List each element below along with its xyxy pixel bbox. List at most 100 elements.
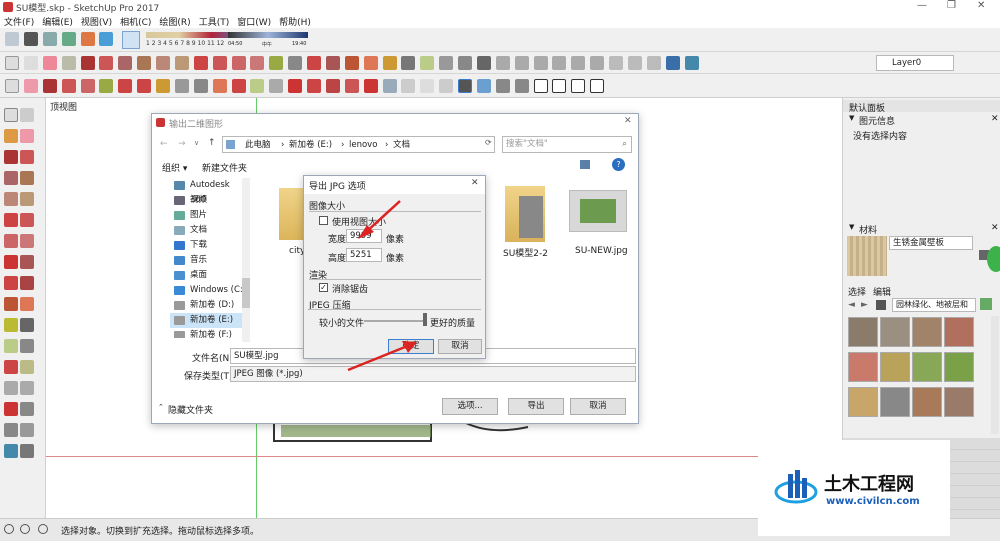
lt-circle-icon[interactable] — [4, 192, 18, 206]
style-hidden-icon[interactable] — [439, 79, 454, 93]
maximize-button[interactable]: ❐ — [947, 0, 956, 11]
orbit-icon[interactable] — [495, 56, 510, 70]
sandbox5-icon[interactable] — [363, 79, 378, 93]
credit-icon[interactable] — [20, 524, 30, 534]
warehouse-icon[interactable] — [99, 32, 114, 46]
eraser-icon[interactable] — [42, 56, 57, 70]
view-iso-icon[interactable] — [495, 79, 510, 93]
text2-icon[interactable] — [193, 79, 208, 93]
lt-zoom-icon[interactable] — [4, 381, 18, 395]
shadow-toggle-icon[interactable] — [122, 31, 140, 49]
style-shaded-icon[interactable] — [458, 79, 472, 93]
mail-icon[interactable] — [23, 32, 38, 46]
orbit2-icon[interactable] — [231, 79, 246, 93]
lt-dimension-icon[interactable] — [20, 318, 34, 332]
scale-icon[interactable] — [344, 56, 359, 70]
lt-rect-icon[interactable] — [4, 171, 18, 185]
lt-rotrect-icon[interactable] — [20, 171, 34, 185]
tape2-icon[interactable] — [174, 79, 189, 93]
style-xray-icon[interactable] — [382, 79, 397, 93]
nav-downloads[interactable]: 下载 — [170, 238, 248, 253]
lt-pan-icon[interactable] — [20, 360, 34, 374]
export-button[interactable]: 导出 — [508, 398, 564, 415]
lt-followme-icon[interactable] — [20, 276, 34, 290]
material-scrollbar[interactable] — [991, 316, 999, 434]
update-badge[interactable] — [987, 246, 1000, 272]
nav-desktop[interactable]: 桌面 — [170, 268, 248, 283]
pushpull-icon[interactable] — [269, 56, 284, 70]
style-wireframe-icon[interactable] — [420, 79, 435, 93]
zoom-extents-icon[interactable] — [571, 56, 586, 70]
lt-pushpull-icon[interactable] — [20, 255, 34, 269]
rotate-icon[interactable] — [307, 56, 321, 70]
walk-icon[interactable] — [609, 56, 623, 70]
arc4-icon[interactable] — [61, 79, 76, 93]
shapes-icon[interactable] — [80, 79, 95, 93]
lt-orbit-icon[interactable] — [4, 360, 18, 374]
menu-draw[interactable]: 绘图(R) — [159, 15, 190, 28]
cancel-export-button[interactable]: 取消 — [570, 398, 626, 415]
recent-dropdown-icon[interactable]: ∨ — [194, 139, 199, 147]
scale2-icon[interactable] — [156, 79, 170, 93]
menu-edit[interactable]: 编辑(E) — [42, 15, 73, 28]
style-textured-icon[interactable] — [476, 79, 491, 93]
move2-icon[interactable] — [118, 79, 133, 93]
followme-icon[interactable] — [325, 56, 340, 70]
lt-look-icon[interactable] — [20, 423, 34, 437]
pie-icon[interactable] — [250, 56, 265, 70]
material-swatch[interactable] — [944, 352, 974, 382]
nav-drive-e[interactable]: 新加卷 (E:) — [170, 313, 248, 328]
create-material-icon[interactable] — [980, 298, 992, 310]
view-top-icon[interactable] — [514, 79, 529, 93]
lt-freehand-icon[interactable] — [20, 150, 34, 164]
3dtext-icon[interactable] — [476, 56, 491, 70]
nav-autodesk[interactable]: Autodesk 360 — [170, 178, 248, 205]
geo-icon[interactable] — [4, 524, 14, 534]
select-tool-icon[interactable] — [5, 56, 19, 70]
menu-view[interactable]: 视图(V) — [81, 15, 112, 28]
lt-tape-icon[interactable] — [4, 318, 18, 332]
lt-eraser-icon[interactable] — [20, 129, 34, 143]
lt-scale-icon[interactable] — [4, 297, 18, 311]
lt-arc2-icon[interactable] — [20, 213, 34, 227]
collapse-icon[interactable]: ▼ — [849, 114, 854, 122]
previous-view-icon[interactable] — [590, 56, 605, 70]
material-name-field[interactable]: 生锈金属壁板 — [889, 236, 973, 250]
lt-arc-icon[interactable] — [4, 213, 18, 227]
extension-icon[interactable] — [80, 32, 95, 46]
lt-zoomext-icon[interactable] — [4, 402, 18, 416]
zoom-icon[interactable] — [533, 56, 548, 70]
tape-measure-icon[interactable] — [382, 56, 397, 70]
look-around-icon[interactable] — [627, 56, 642, 70]
material-swatch[interactable] — [848, 317, 878, 347]
lt-section-icon[interactable] — [4, 444, 18, 458]
menu-camera[interactable]: 相机(C) — [120, 15, 151, 28]
view-right-icon[interactable] — [552, 79, 567, 93]
lt-select-icon[interactable] — [4, 108, 18, 122]
circle-icon[interactable] — [156, 56, 170, 70]
nav-music[interactable]: 音乐 — [170, 253, 248, 268]
forward-icon[interactable]: ► — [861, 300, 868, 310]
home-icon[interactable] — [876, 300, 886, 310]
lt-zoomwin-icon[interactable] — [20, 381, 34, 395]
crumb-docs[interactable]: 文档 — [393, 138, 410, 152]
eraser2-icon[interactable] — [23, 79, 38, 93]
nav-drive-d[interactable]: 新加卷 (D:) — [170, 298, 248, 313]
zoom-window-icon[interactable] — [552, 56, 567, 70]
close-button[interactable]: ✕ — [977, 0, 985, 11]
lt-polygon-icon[interactable] — [20, 192, 34, 206]
new-folder-button[interactable]: 新建文件夹 — [202, 161, 247, 174]
help-status-icon[interactable] — [38, 524, 48, 534]
nav-scrollbar[interactable] — [242, 178, 250, 342]
jpg-dialog-close[interactable]: ✕ — [471, 178, 479, 188]
material-swatch[interactable] — [944, 317, 974, 347]
pencil-icon[interactable] — [80, 56, 95, 70]
material-swatch[interactable] — [880, 317, 910, 347]
use-view-size-checkbox[interactable] — [319, 216, 328, 225]
material-swatch[interactable] — [848, 352, 878, 382]
lt-prev-icon[interactable] — [20, 402, 34, 416]
cloud-icon[interactable] — [42, 32, 57, 46]
pan2-icon[interactable] — [250, 79, 265, 93]
component-icon[interactable] — [23, 56, 38, 70]
crumb-pc[interactable]: 此电脑 — [245, 138, 271, 152]
